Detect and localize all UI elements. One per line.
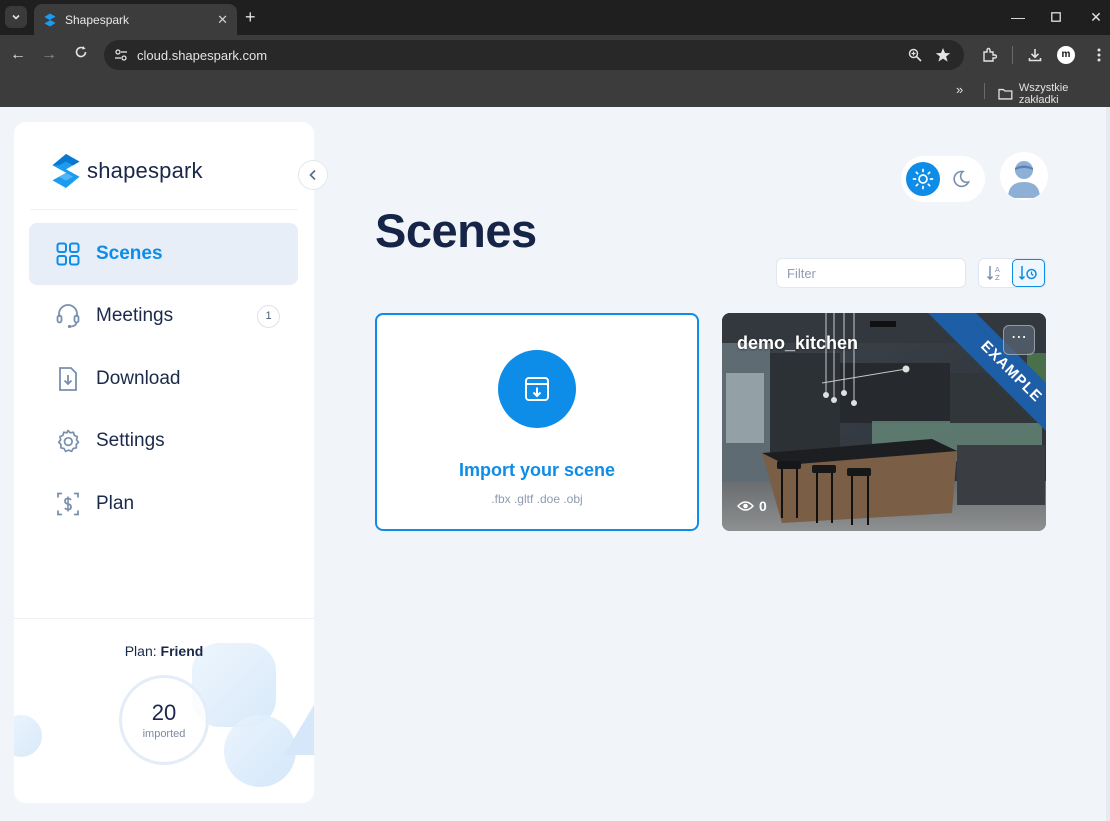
meetings-count-badge: 1 — [257, 305, 280, 328]
bookmarks-bar: » Wszystkie zakładki — [0, 75, 1110, 107]
shapespark-favicon-icon — [44, 13, 56, 26]
scene-card[interactable]: EXAMPLE demo_kitchen ⋯ 0 — [722, 313, 1046, 531]
bookmarks-overflow-button[interactable]: » — [956, 82, 963, 97]
sidebar-divider — [30, 209, 298, 210]
bookmarks-divider — [984, 83, 985, 99]
all-bookmarks-label: Wszystkie zakładki — [1018, 82, 1069, 106]
minimize-icon[interactable]: — — [1008, 8, 1028, 26]
sort-alphabetical-button[interactable]: AZ — [979, 259, 1012, 287]
sort-controls: AZ — [978, 258, 1046, 288]
sidebar-item-label: Plan — [96, 493, 135, 514]
gear-icon — [55, 428, 81, 454]
import-scene-card[interactable]: Import your scene .fbx .gltf .doe .obj — [375, 313, 699, 531]
dark-mode-button[interactable] — [949, 167, 973, 191]
page-scrollbar[interactable] — [1106, 107, 1110, 821]
sidebar-item-plan[interactable]: Plan — [29, 473, 298, 535]
sidebar-item-meetings[interactable]: Meetings 1 — [29, 285, 298, 347]
profile-avatar[interactable]: m — [1057, 46, 1075, 64]
moon-icon — [953, 170, 971, 188]
chevron-down-icon — [12, 14, 20, 20]
sidebar-item-label: Download — [96, 368, 181, 389]
imported-count: 20 — [151, 700, 177, 725]
import-title: Import your scene — [458, 460, 616, 480]
maximize-icon[interactable] — [1046, 8, 1066, 26]
sort-by-date-button[interactable] — [1011, 259, 1045, 287]
scene-menu-button[interactable]: ⋯ — [1003, 325, 1035, 355]
close-window-icon[interactable]: ✕ — [1086, 8, 1106, 26]
zoom-icon[interactable] — [906, 46, 924, 64]
new-tab-button[interactable]: + — [245, 7, 256, 27]
user-avatar[interactable] — [1000, 152, 1048, 200]
reload-icon[interactable] — [71, 45, 91, 65]
page-title: Scenes — [375, 204, 537, 257]
tab-search-button[interactable] — [5, 6, 27, 28]
downloads-icon[interactable] — [1026, 46, 1044, 64]
tab-title: Shapespark — [65, 12, 130, 27]
all-bookmarks-folder[interactable]: Wszystkie zakładki — [998, 82, 1110, 106]
imported-label: imported — [142, 728, 186, 740]
sidebar: shapespark Scenes Meetings 1 Download Se… — [14, 122, 314, 803]
dollar-doc-icon — [55, 491, 81, 517]
svg-text:Z: Z — [995, 274, 1000, 282]
sidebar-item-label: Meetings — [96, 305, 174, 326]
browser-tab[interactable]: Shapespark ✕ — [34, 4, 237, 35]
forward-arrow-icon[interactable]: → — [39, 45, 59, 65]
sidebar-item-label: Scenes — [96, 243, 163, 264]
plan-summary: Plan: Friend 20 imported — [14, 618, 314, 803]
import-formats: .fbx .gltf .doe .obj — [491, 492, 583, 506]
tab-close-icon[interactable]: ✕ — [217, 12, 228, 28]
plan-title: Plan: Friend — [14, 643, 314, 659]
brand-logo[interactable]: shapespark — [51, 153, 203, 189]
decorative-sphere — [14, 715, 42, 757]
filter-field[interactable] — [776, 258, 966, 288]
folder-icon — [998, 88, 1013, 100]
url-text: cloud.shapespark.com — [137, 47, 268, 63]
theme-toggle — [901, 156, 985, 202]
browser-menu-icon[interactable] — [1090, 46, 1108, 64]
imported-counter: 20 imported — [119, 675, 209, 765]
svg-text:A: A — [995, 266, 1000, 274]
sidebar-item-scenes[interactable]: Scenes — [29, 223, 298, 285]
toolbar-divider — [1012, 46, 1013, 64]
scene-views-count: 0 — [759, 498, 767, 514]
sidebar-item-settings[interactable]: Settings — [29, 410, 298, 472]
browser-toolbar: ← → cloud.shapespark.com — [0, 35, 1110, 75]
decorative-cone — [284, 705, 314, 755]
download-file-icon — [55, 366, 81, 392]
sort-az-icon: AZ — [987, 266, 1000, 282]
import-button[interactable] — [498, 350, 576, 428]
eye-icon — [737, 501, 754, 511]
sidebar-item-label: Settings — [96, 430, 165, 451]
collapse-sidebar-button[interactable] — [298, 160, 328, 190]
sidebar-item-download[interactable]: Download — [29, 348, 298, 410]
sort-time-icon — [1019, 266, 1038, 281]
extensions-icon[interactable] — [980, 46, 998, 64]
user-icon — [1008, 161, 1040, 198]
scene-views: 0 — [737, 498, 767, 514]
scene-name: demo_kitchen — [737, 333, 859, 353]
headset-icon — [55, 303, 81, 329]
chevron-left-icon — [309, 169, 316, 181]
light-mode-button[interactable] — [906, 162, 940, 196]
shapespark-logo-icon — [52, 154, 80, 188]
plan-prefix: Plan: — [124, 643, 157, 659]
filter-input[interactable] — [787, 265, 963, 281]
address-bar[interactable]: cloud.shapespark.com — [104, 40, 964, 70]
import-file-icon — [525, 377, 549, 401]
bookmark-star-icon[interactable] — [934, 46, 952, 64]
browser-tab-strip: Shapespark ✕ + — ✕ — [0, 0, 1110, 35]
brand-name: shapespark — [87, 158, 203, 183]
back-arrow-icon[interactable]: ← — [8, 45, 28, 65]
site-info-icon[interactable] — [112, 46, 130, 64]
sun-icon — [912, 168, 934, 190]
plan-name: Friend — [160, 643, 204, 659]
grid-icon — [55, 241, 81, 267]
